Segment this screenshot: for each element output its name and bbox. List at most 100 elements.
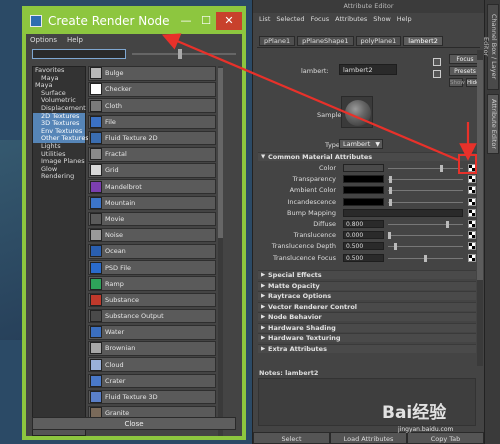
map-texture-button[interactable] bbox=[468, 220, 476, 228]
ae-menu-item[interactable]: Attributes bbox=[335, 13, 367, 25]
slider-knob[interactable] bbox=[389, 198, 393, 206]
map-texture-button[interactable] bbox=[468, 197, 476, 206]
channel-box-tab[interactable]: Channel Box / Layer Editor bbox=[482, 4, 499, 90]
attribute-editor-panel: Attribute Editor List Selected Focus Attrib… bbox=[252, 0, 484, 444]
map-texture-button[interactable] bbox=[468, 231, 476, 240]
map-texture-button[interactable] bbox=[468, 208, 476, 217]
show-button[interactable]: Show bbox=[449, 78, 465, 87]
node-button[interactable]: File bbox=[88, 114, 216, 130]
node-button[interactable]: Crater bbox=[88, 373, 216, 389]
menu-item[interactable]: Help bbox=[67, 36, 83, 44]
attribute-slider[interactable] bbox=[388, 224, 463, 225]
attribute-value-field[interactable]: 0.500 bbox=[343, 253, 384, 262]
collapsed-section[interactable]: ▶ Vector Renderer Control bbox=[258, 301, 476, 311]
bump-mapping-field[interactable] bbox=[343, 208, 463, 217]
node-tab[interactable]: lambert2 bbox=[403, 36, 443, 46]
node-button[interactable]: Substance Output bbox=[88, 308, 216, 324]
attribute-slider[interactable] bbox=[388, 190, 463, 192]
node-button[interactable]: Noise bbox=[88, 227, 216, 243]
node-label: Cloud bbox=[105, 360, 124, 369]
attribute-editor-tab[interactable]: Attribute Editor bbox=[487, 94, 499, 154]
type-dropdown[interactable]: Lambert ▼ bbox=[339, 139, 383, 149]
slider-knob[interactable] bbox=[439, 165, 443, 172]
node-button[interactable]: Grid bbox=[88, 163, 216, 178]
map-texture-button[interactable] bbox=[468, 242, 476, 251]
slider-knob[interactable] bbox=[424, 254, 427, 262]
map-texture-button[interactable] bbox=[468, 175, 476, 184]
node-button[interactable]: Mountain bbox=[88, 195, 216, 211]
node-button[interactable]: Ramp bbox=[88, 276, 216, 292]
node-tab[interactable]: pPlaneShape1 bbox=[297, 36, 354, 46]
collapsed-section[interactable]: ▶ Hardware Shading bbox=[258, 322, 476, 332]
tree-item[interactable]: Rendering bbox=[33, 173, 85, 181]
node-button[interactable]: Fluid Texture 3D bbox=[88, 389, 216, 405]
bottom-button[interactable]: Select bbox=[253, 432, 330, 444]
ae-menu-item[interactable]: List bbox=[259, 13, 270, 25]
section-common-material[interactable]: ▼ Common Material Attributes bbox=[258, 152, 476, 161]
search-input[interactable] bbox=[32, 49, 126, 59]
color-swatch[interactable] bbox=[343, 197, 384, 206]
attribute-slider[interactable] bbox=[388, 201, 463, 203]
slider-knob[interactable] bbox=[393, 243, 397, 251]
collapsed-section[interactable]: ▶ Special Effects bbox=[258, 270, 476, 279]
color-swatch[interactable] bbox=[343, 186, 384, 195]
icon-size-slider[interactable] bbox=[132, 49, 236, 59]
input-connection-icon[interactable] bbox=[433, 58, 441, 66]
attribute-value-field[interactable]: 0.800 bbox=[343, 220, 384, 228]
bottom-button[interactable]: Load Attributes bbox=[330, 432, 407, 444]
node-button[interactable]: Movie bbox=[88, 211, 216, 227]
node-button[interactable]: Cloth bbox=[88, 98, 216, 113]
category-tree[interactable]: Favorites Maya Maya Surface Volumetric Displa… bbox=[32, 66, 89, 436]
attribute-value-field[interactable]: 0.000 bbox=[343, 231, 384, 240]
node-button[interactable]: Water bbox=[88, 325, 216, 340]
node-tab[interactable]: polyPlane1 bbox=[355, 36, 402, 46]
highlight-box bbox=[458, 154, 477, 174]
collapsed-section[interactable]: ▶ Hardware Texturing bbox=[258, 333, 476, 342]
slider-knob[interactable] bbox=[445, 221, 449, 228]
collapsed-section[interactable]: ▶ Node Behavior bbox=[258, 312, 476, 321]
collapsed-section[interactable]: ▶ Extra Attributes bbox=[258, 343, 476, 353]
node-button[interactable]: PSD File bbox=[88, 260, 216, 275]
close-button[interactable]: Close bbox=[32, 417, 236, 430]
node-button[interactable]: Ocean bbox=[88, 244, 216, 259]
node-button[interactable]: Fractal bbox=[88, 146, 216, 162]
attribute-value-field[interactable]: 0.500 bbox=[343, 242, 384, 251]
ae-menu-item[interactable]: Focus bbox=[311, 13, 330, 25]
minimize-button[interactable]: — bbox=[176, 12, 196, 30]
color-swatch[interactable] bbox=[343, 164, 384, 172]
ae-scrollbar[interactable] bbox=[477, 50, 483, 366]
map-texture-button[interactable] bbox=[468, 186, 476, 195]
node-button[interactable]: Bulge bbox=[88, 66, 216, 81]
node-button[interactable]: Mandelbrot bbox=[88, 179, 216, 194]
slider-knob[interactable] bbox=[388, 232, 391, 240]
collapsed-section[interactable]: ▶ Matte Opacity bbox=[258, 280, 476, 290]
menu-item[interactable]: Options bbox=[30, 36, 57, 44]
slider-knob[interactable] bbox=[389, 187, 393, 195]
color-swatch[interactable] bbox=[343, 175, 384, 184]
collapsed-section[interactable]: ▶ Raytrace Options bbox=[258, 291, 476, 300]
bottom-button[interactable]: Copy Tab bbox=[407, 432, 484, 444]
node-button[interactable]: Brownian bbox=[88, 341, 216, 356]
ae-menu-item[interactable]: Show bbox=[373, 13, 391, 25]
node-list-scrollbar[interactable] bbox=[218, 66, 223, 436]
node-button[interactable]: Substance bbox=[88, 292, 216, 308]
attribute-slider[interactable] bbox=[388, 168, 463, 169]
node-button[interactable]: Cloud bbox=[88, 357, 216, 372]
attribute-row: Transparency bbox=[258, 175, 476, 184]
node-button[interactable]: Checker bbox=[88, 82, 216, 97]
maximize-button[interactable]: ☐ bbox=[196, 12, 216, 30]
node-label: File bbox=[105, 117, 116, 126]
map-texture-button[interactable] bbox=[468, 253, 476, 262]
node-button[interactable]: Fluid Texture 2D bbox=[88, 130, 216, 146]
close-window-button[interactable]: ✕ bbox=[216, 12, 242, 30]
title-bar[interactable]: Create Render Node — ☐ ✕ bbox=[26, 10, 242, 32]
ae-menu-item[interactable]: Selected bbox=[276, 13, 304, 25]
ae-menu-item[interactable]: Help bbox=[397, 13, 412, 25]
output-connection-icon[interactable] bbox=[433, 70, 441, 78]
node-name-field[interactable]: lambert2 bbox=[339, 64, 397, 75]
node-tab[interactable]: pPlane1 bbox=[259, 36, 296, 46]
attribute-slider[interactable] bbox=[388, 235, 463, 237]
slider-knob[interactable] bbox=[389, 176, 393, 184]
attribute-slider[interactable] bbox=[388, 179, 463, 181]
attribute-slider[interactable] bbox=[388, 246, 463, 248]
